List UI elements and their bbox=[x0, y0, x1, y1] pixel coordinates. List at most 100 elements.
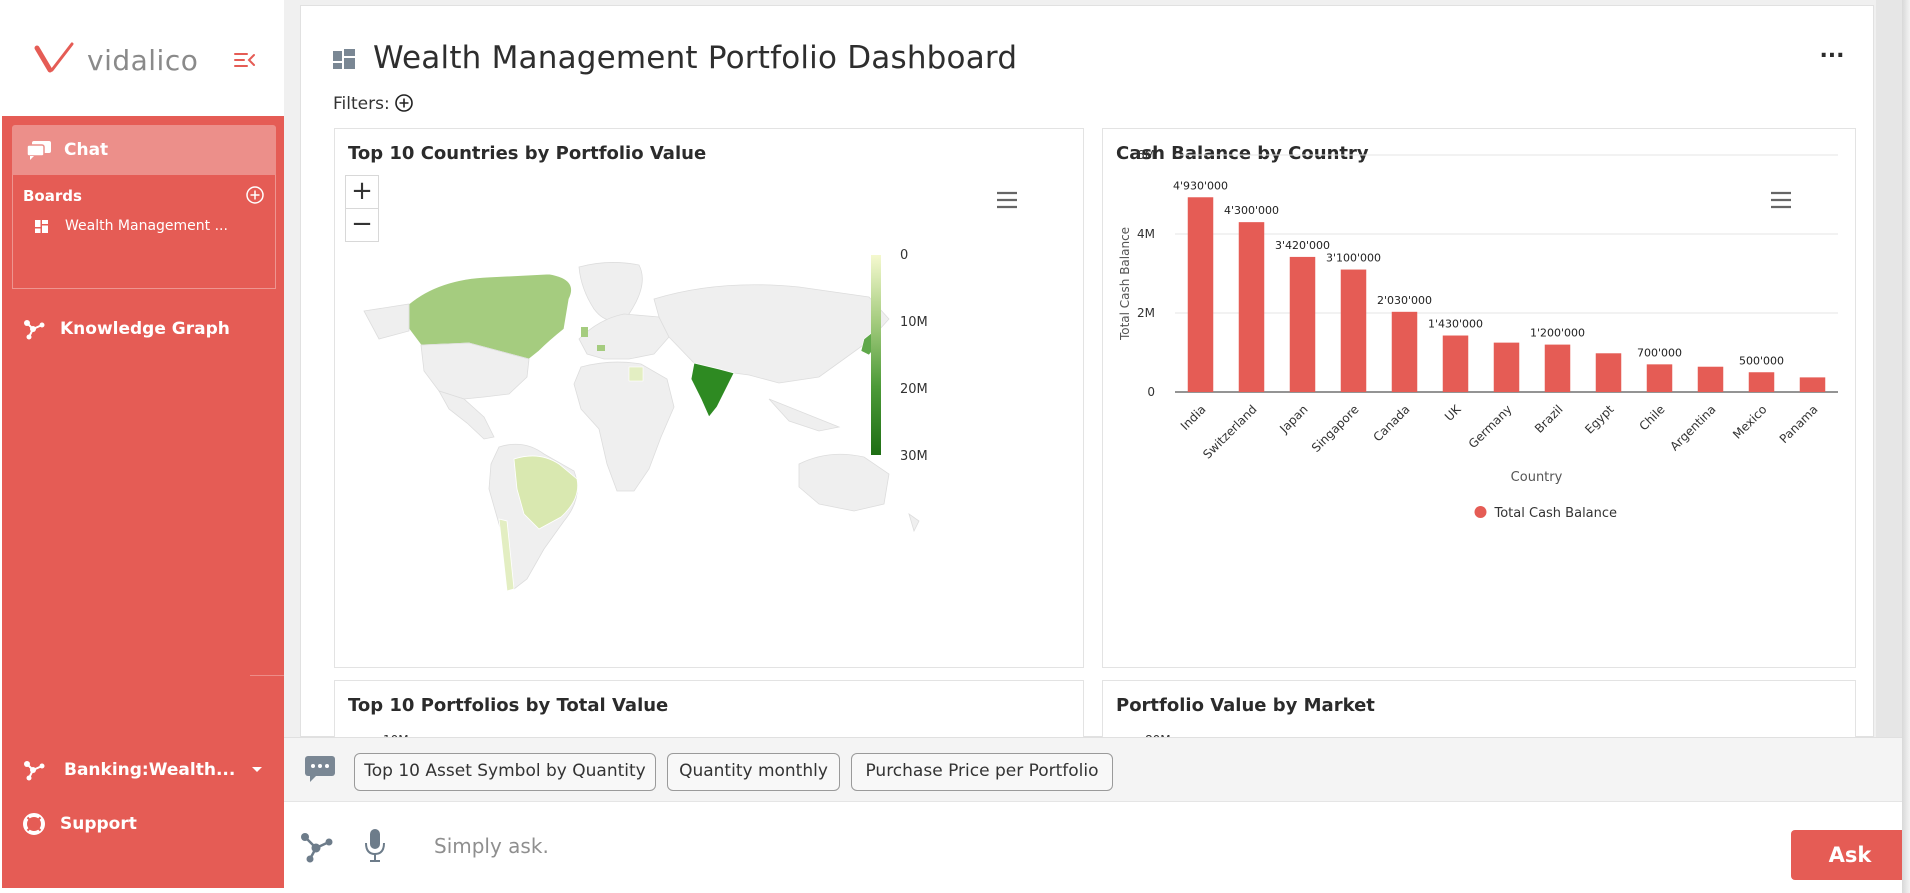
x-tick-label: Mexico bbox=[1730, 402, 1770, 442]
microphone-icon[interactable] bbox=[364, 828, 386, 864]
bar bbox=[1187, 197, 1214, 392]
sidebar-item-label: Support bbox=[60, 814, 137, 834]
board-item-wealth-management[interactable]: Wealth Management ... bbox=[35, 217, 255, 237]
dashboard-board: Wealth Management Portfolio Dashboard ..… bbox=[300, 5, 1874, 760]
graph-icon bbox=[24, 320, 45, 340]
bar bbox=[1238, 222, 1265, 392]
bar bbox=[1595, 353, 1622, 392]
add-filter-icon[interactable] bbox=[394, 93, 414, 113]
legend-tick: 20M bbox=[900, 382, 928, 397]
x-tick-label: Brazil bbox=[1532, 402, 1566, 436]
suggestions-chat-icon bbox=[305, 756, 335, 782]
card-title: Portfolio Value by Market bbox=[1116, 695, 1375, 716]
map-color-legend bbox=[871, 255, 881, 455]
ask-button[interactable]: Ask bbox=[1791, 830, 1909, 880]
boards-title: Boards bbox=[23, 187, 82, 205]
sidebar-item-label: Banking:Wealth... bbox=[64, 760, 236, 780]
suggestion-chip[interactable]: Quantity monthly bbox=[667, 753, 840, 791]
bar-chart-card: Cash Balance by Country 0 2M 4M 6M Total Cas… bbox=[1102, 128, 1856, 668]
app-window: vidalico Chat Boards Wealth Management .… bbox=[0, 0, 1910, 893]
zoom-out-button[interactable]: − bbox=[345, 208, 379, 242]
x-tick-label: Canada bbox=[1370, 402, 1412, 444]
logo-area: vidalico bbox=[2, 0, 284, 116]
x-tick-label: Chile bbox=[1636, 402, 1667, 433]
sidebar-item-knowledge-graph[interactable]: Knowledge Graph bbox=[22, 316, 242, 342]
data-label: 4'300'000 bbox=[1224, 204, 1279, 217]
data-label: 500'000 bbox=[1739, 354, 1784, 367]
chevron-down-icon[interactable] bbox=[251, 766, 263, 774]
y-tick-label: 2M bbox=[1137, 306, 1155, 320]
board-item-label: Wealth Management ... bbox=[65, 218, 228, 234]
data-label: 2'030'000 bbox=[1377, 294, 1432, 307]
data-label: 1'200'000 bbox=[1530, 327, 1585, 340]
map-region-asia bbox=[653, 284, 890, 384]
filters-label: Filters: bbox=[333, 94, 390, 114]
add-board-icon[interactable] bbox=[245, 185, 265, 205]
scrollbar[interactable] bbox=[1876, 0, 1902, 737]
more-options-button[interactable]: ... bbox=[1817, 40, 1847, 66]
dashboard-icon bbox=[333, 49, 355, 69]
x-axis-label: Country bbox=[1511, 470, 1563, 485]
support-lifebuoy-icon bbox=[23, 813, 45, 835]
x-tick-label: Singapore bbox=[1309, 402, 1362, 455]
chart-menu-icon[interactable] bbox=[996, 191, 1018, 209]
y-axis-label: Total Cash Balance bbox=[1118, 227, 1132, 341]
legend-tick: 10M bbox=[900, 315, 928, 330]
y-tick-label: 4M bbox=[1137, 227, 1155, 241]
data-label: 3'420'000 bbox=[1275, 239, 1330, 252]
legend-label: Total Cash Balance bbox=[1494, 506, 1618, 521]
data-label: 4'930'000 bbox=[1173, 179, 1228, 192]
ask-input[interactable] bbox=[434, 826, 1534, 866]
sidebar-divider bbox=[250, 675, 284, 676]
zoom-in-button[interactable]: + bbox=[345, 175, 379, 209]
page-title: Wealth Management Portfolio Dashboard bbox=[373, 40, 1018, 76]
collapse-sidebar-icon[interactable] bbox=[232, 48, 258, 72]
map-region-europe bbox=[578, 313, 670, 360]
x-tick-label: Germany bbox=[1466, 402, 1515, 451]
legend-tick: 0 bbox=[900, 248, 909, 263]
graph-icon bbox=[24, 761, 45, 781]
bar bbox=[1697, 366, 1724, 392]
map-region-egypt bbox=[628, 366, 644, 382]
boards-section: Boards Wealth Management ... bbox=[12, 175, 276, 289]
legend-marker bbox=[1474, 506, 1487, 518]
map-region-switzerland bbox=[597, 345, 605, 351]
suggestion-chip[interactable]: Purchase Price per Portfolio bbox=[851, 753, 1113, 791]
map-region-uk bbox=[581, 327, 588, 337]
sidebar-item-support[interactable]: Support bbox=[22, 811, 222, 837]
bar bbox=[1391, 311, 1418, 392]
map-card: Top 10 Countries by Portfolio Value + − bbox=[334, 128, 1084, 668]
bar bbox=[1442, 335, 1469, 392]
x-tick-label: Egypt bbox=[1582, 402, 1617, 437]
chart-menu-icon[interactable] bbox=[1770, 191, 1792, 209]
bar bbox=[1646, 364, 1673, 392]
map-region-india bbox=[690, 362, 735, 418]
chat-icon bbox=[26, 141, 51, 160]
map-region-africa bbox=[573, 361, 675, 492]
bar-chart[interactable]: 0 2M 4M 6M Total Cash Balance 4'930'000 India 4… bbox=[1103, 129, 1855, 667]
suggestion-chip[interactable]: Top 10 Asset Symbol by Quantity bbox=[354, 753, 656, 791]
map-region-australia bbox=[798, 453, 890, 512]
data-label: 3'100'000 bbox=[1326, 252, 1381, 265]
y-tick-label: 0 bbox=[1147, 385, 1155, 399]
logo-text: vidalico bbox=[87, 44, 199, 77]
bar bbox=[1289, 256, 1316, 392]
sidebar-item-chat[interactable]: Chat bbox=[12, 125, 276, 175]
logo-icon bbox=[34, 42, 74, 73]
sidebar: Chat Boards Wealth Management ... Knowle… bbox=[2, 116, 284, 888]
y-tick-label: 6M bbox=[1137, 148, 1155, 162]
x-tick-label: Argentina bbox=[1667, 402, 1718, 453]
bar bbox=[1340, 269, 1367, 392]
window-edge bbox=[1902, 0, 1910, 893]
bar bbox=[1544, 344, 1571, 392]
x-tick-label: India bbox=[1178, 402, 1209, 433]
sidebar-item-banking-wealth[interactable]: Banking:Wealth... bbox=[22, 757, 267, 783]
card-title: Top 10 Portfolios by Total Value bbox=[348, 695, 669, 716]
map-region-greenland bbox=[578, 262, 643, 321]
x-tick-label: Switzerland bbox=[1200, 402, 1259, 461]
bar bbox=[1493, 342, 1520, 392]
data-label: 700'000 bbox=[1637, 346, 1682, 359]
graph-icon[interactable] bbox=[298, 830, 334, 864]
sidebar-item-label: Knowledge Graph bbox=[60, 319, 230, 339]
legend-tick: 30M bbox=[900, 449, 928, 464]
